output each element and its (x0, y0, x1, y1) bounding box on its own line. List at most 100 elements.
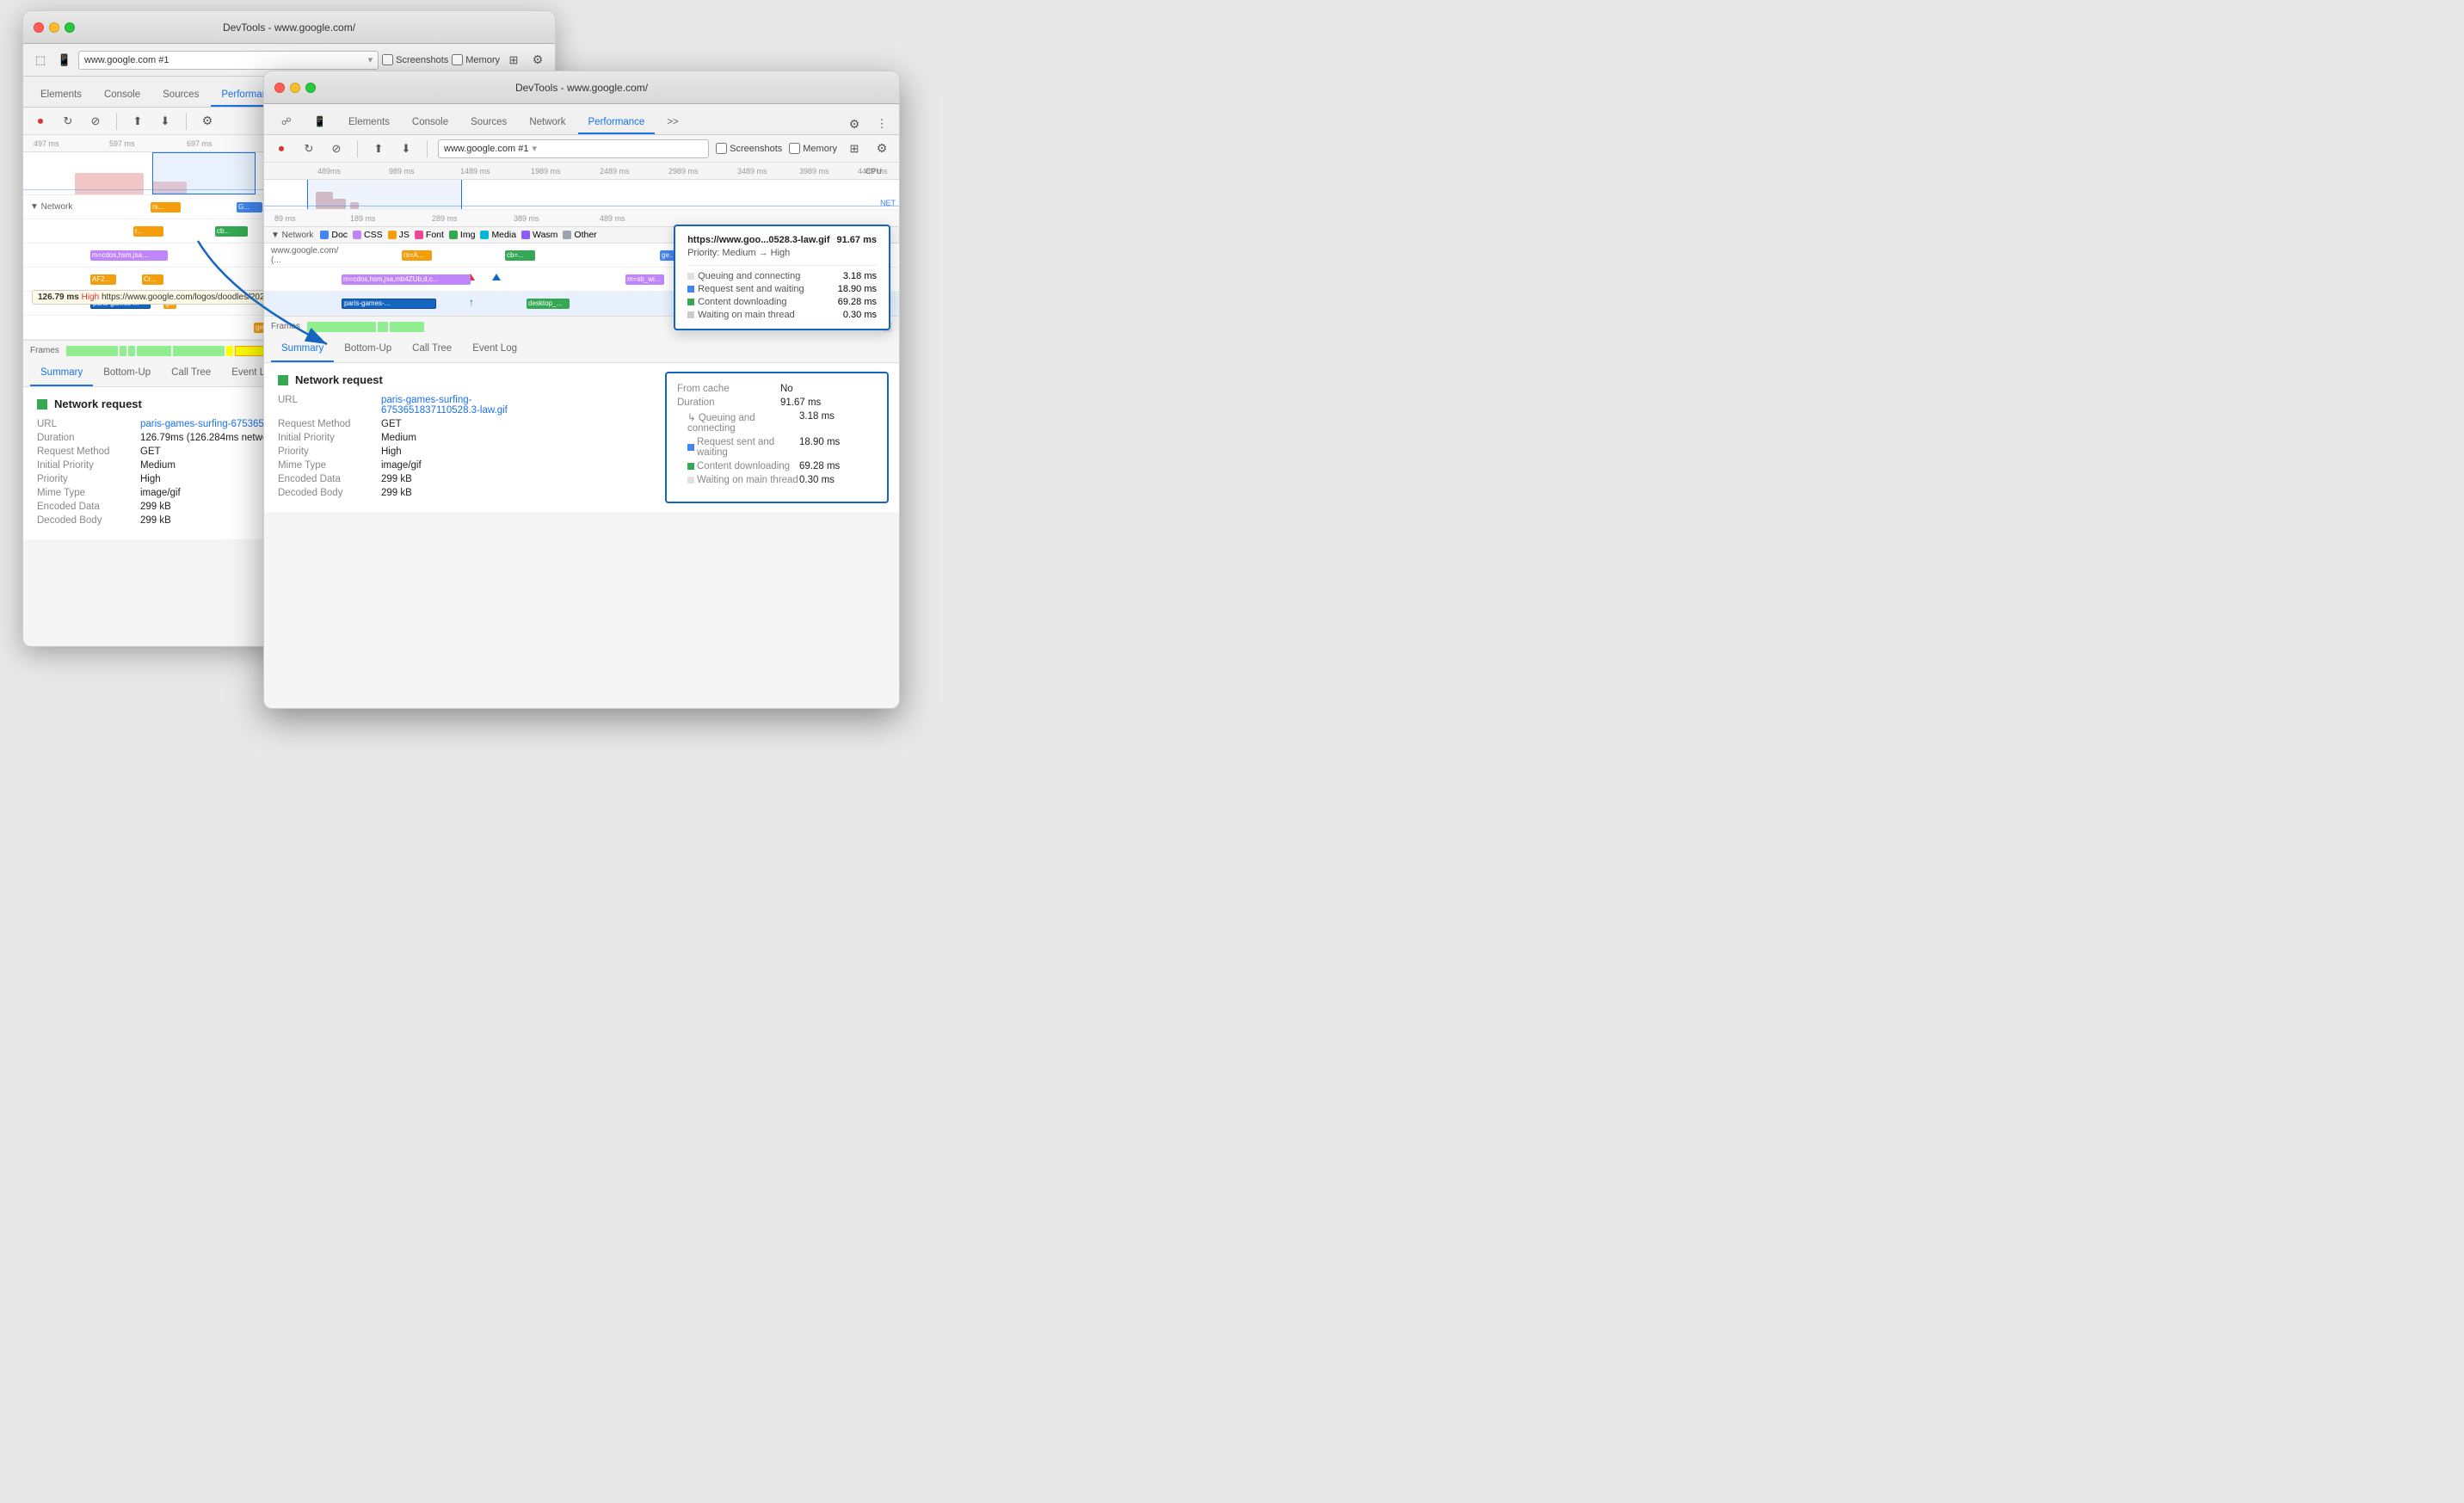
method-label-front: Request Method (278, 419, 381, 429)
front-bar-mcdos[interactable]: m=cdos,hsm,jsa,mb4ZUb,d,c... (342, 274, 471, 285)
window-title-front: DevTools - www.google.com/ (515, 82, 648, 94)
screenshots-checkbox[interactable]: Screenshots (382, 54, 448, 65)
memory-checkbox[interactable]: Memory (452, 54, 500, 65)
download-icon-front[interactable]: ⬇ (396, 139, 416, 159)
tooltip-label-back: 126.79 ms High https://www.google.com/lo… (32, 290, 278, 305)
minimize-button-back[interactable] (49, 22, 59, 33)
legend-other: Other (563, 230, 596, 240)
upload-icon-back[interactable]: ⬆ (127, 111, 148, 132)
memory-checkbox-front[interactable]: Memory (789, 143, 837, 154)
tooltip-request-row: Request sent and waiting 18.90 ms (687, 284, 877, 294)
inspect-icon[interactable]: ⬚ (30, 50, 51, 71)
eventlog-tab-front[interactable]: Event Log (462, 336, 527, 362)
upload-icon-front[interactable]: ⬆ (368, 139, 389, 159)
address-dropdown[interactable]: ▾ (368, 54, 373, 65)
url-value-front-2[interactable]: 6753651837110528.3-law.gif (381, 405, 508, 416)
bottomup-tab-front[interactable]: Bottom-Up (334, 336, 402, 362)
tab-console-front[interactable]: Console (402, 112, 459, 134)
download-icon-back[interactable]: ⬇ (155, 111, 176, 132)
summary-tab-back[interactable]: Summary (30, 360, 93, 386)
net-bar-g[interactable]: G... (237, 202, 262, 213)
front-bar-rs[interactable]: rs=A... (402, 250, 432, 261)
net-bar-r2[interactable]: r... (133, 226, 163, 237)
from-cache-row: From cache No (677, 384, 877, 394)
screenshots-checkbox-front[interactable]: Screenshots (716, 143, 782, 154)
tab-network-front[interactable]: Network (519, 112, 576, 134)
network-label-back: ▼ Network (30, 202, 82, 212)
net-bar-af2[interactable]: AF2... (90, 274, 116, 285)
front-bar-msbwi[interactable]: m=sb_wi... (625, 274, 664, 285)
clear-icon-back[interactable]: ⊘ (85, 111, 106, 132)
section-title-back: Network request (54, 397, 142, 410)
network-label-front: ▼ Network (271, 231, 313, 240)
tooltip-waiting-row: Waiting on main thread 0.30 ms (687, 310, 877, 320)
front-bar-cb[interactable]: cb=... (505, 250, 535, 261)
clear-icon-front[interactable]: ⊘ (326, 139, 347, 159)
settings-icon-back[interactable]: ⚙ (527, 50, 548, 71)
init-priority-value-back: Medium (140, 460, 176, 471)
summary-tabs-front: Summary Bottom-Up Call Tree Event Log (264, 336, 899, 363)
maximize-button-front[interactable] (305, 83, 316, 93)
tab-console-back[interactable]: Console (94, 84, 151, 107)
url-value-front-1[interactable]: paris-games-surfing- (381, 395, 508, 405)
tab-more-front[interactable]: >> (656, 112, 688, 134)
summary-content-area-front: Network request URL paris-games-surfing-… (264, 363, 899, 512)
bottomup-tab-back[interactable]: Bottom-Up (93, 360, 161, 386)
calltree-tab-front[interactable]: Call Tree (402, 336, 462, 362)
init-priority-label-front: Initial Priority (278, 433, 381, 443)
frames-label-front: Frames (271, 322, 300, 331)
tooltip-content-row: Content downloading 69.28 ms (687, 297, 877, 307)
settings-icon-dt-front[interactable]: ⚙ (844, 114, 865, 134)
refresh-icon-back[interactable]: ↻ (58, 111, 78, 132)
mime-row-front: Mime Type image/gif (278, 460, 651, 471)
maximize-button-back[interactable] (65, 22, 75, 33)
address-dropdown-front[interactable]: ▾ (532, 143, 537, 154)
method-value-back: GET (140, 447, 161, 457)
content-value-detail: 69.28 ms (799, 461, 840, 471)
legend-css: CSS (353, 230, 383, 240)
tab-sources-front[interactable]: Sources (460, 112, 517, 134)
cpu-chart-front: NET (264, 180, 899, 210)
front-bar-desktop[interactable]: desktop_... (527, 299, 570, 309)
ruler-3989: 3989 ms (799, 167, 829, 176)
close-button-front[interactable] (274, 83, 285, 93)
net-bar-cb[interactable]: cb... (215, 226, 248, 237)
net-bar-rs[interactable]: rs... (151, 202, 181, 213)
queuing-row-detail: ↳ Queuing and connecting 3.18 ms (687, 411, 877, 434)
tab-device-front[interactable]: 📱 (304, 110, 336, 134)
address-bar-back[interactable]: www.google.com #1 ▾ (78, 51, 379, 70)
record-icon-back[interactable]: ⏺ (30, 111, 51, 132)
encoded-value-back: 299 kB (140, 502, 171, 512)
from-cache-value: No (780, 384, 793, 394)
address-bar-front[interactable]: www.google.com #1 ▾ (438, 139, 709, 158)
net-bar-cr[interactable]: Cr... (142, 274, 163, 285)
url-label-back: URL (37, 419, 140, 429)
network-icon[interactable]: ⊞ (503, 50, 524, 71)
tab-sources-back[interactable]: Sources (152, 84, 209, 107)
front-bar-paris[interactable]: paris-games-... (342, 299, 436, 309)
tab-inspect-front[interactable]: ☍ (271, 110, 302, 134)
detail-duration-row: Duration 91.67 ms (677, 397, 877, 408)
perf-settings-icon-front[interactable]: ⚙ (872, 139, 892, 159)
tab-elements-back[interactable]: Elements (30, 84, 92, 107)
refresh-icon-front[interactable]: ↻ (299, 139, 319, 159)
tab-elements-front[interactable]: Elements (338, 112, 400, 134)
summary-tab-front[interactable]: Summary (271, 336, 334, 362)
priority-row-front: Priority High (278, 447, 651, 457)
ruler-3489: 3489 ms (737, 167, 767, 176)
device-icon[interactable]: 📱 (54, 50, 75, 71)
record-icon-front[interactable]: ⏺ (271, 139, 292, 159)
network-icon-front[interactable]: ⊞ (844, 139, 865, 159)
tab-performance-front[interactable]: Performance (578, 112, 656, 134)
decoded-row-front: Decoded Body 299 kB (278, 488, 651, 498)
url-row-front: URL paris-games-surfing- 675365183711052… (278, 395, 651, 416)
method-row-front: Request Method GET (278, 419, 651, 429)
calltree-tab-back[interactable]: Call Tree (161, 360, 221, 386)
net-bar-mcdos[interactable]: m=cdos,hsm,jsa,... (90, 250, 168, 261)
more-icon-front[interactable]: ⋮ (872, 114, 892, 134)
close-button-back[interactable] (34, 22, 44, 33)
url-label-front: URL (278, 395, 381, 416)
minimize-button-front[interactable] (290, 83, 300, 93)
perf-settings-icon-back[interactable]: ⚙ (197, 111, 218, 132)
perf-toolbar-front: ⏺ ↻ ⊘ ⬆ ⬇ www.google.com #1 ▾ Screenshot… (264, 135, 899, 163)
